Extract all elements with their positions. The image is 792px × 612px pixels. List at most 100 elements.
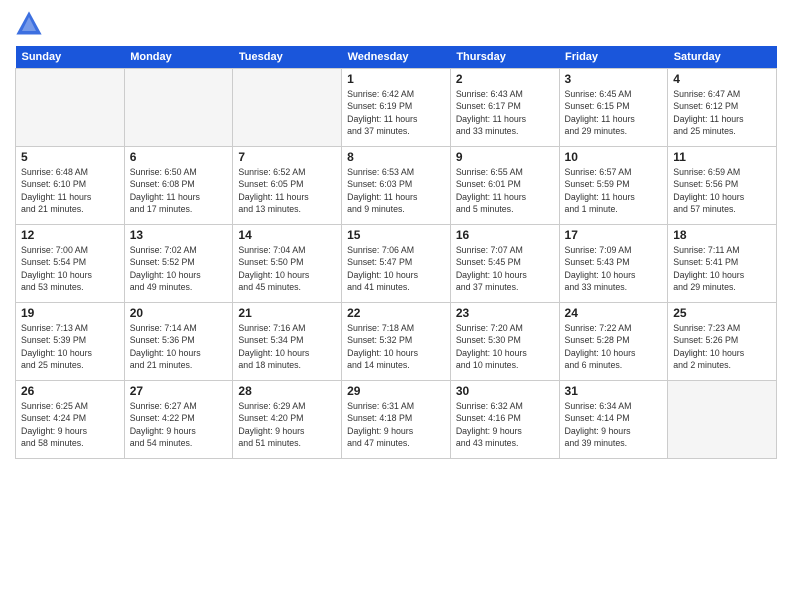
day-number: 27 [130,384,228,398]
day-number: 11 [673,150,771,164]
day-number: 29 [347,384,445,398]
day-number: 5 [21,150,119,164]
day-number: 30 [456,384,554,398]
calendar-cell: 20 Sunrise: 7:14 AM Sunset: 5:36 PM Dayli… [124,303,233,381]
day-info: Sunrise: 6:32 AM Sunset: 4:16 PM Dayligh… [456,400,554,449]
calendar-cell: 4 Sunrise: 6:47 AM Sunset: 6:12 PM Daylig… [668,69,777,147]
header [15,10,777,38]
calendar-cell: 7 Sunrise: 6:52 AM Sunset: 6:05 PM Daylig… [233,147,342,225]
day-number: 2 [456,72,554,86]
calendar-cell: 13 Sunrise: 7:02 AM Sunset: 5:52 PM Dayli… [124,225,233,303]
day-number: 13 [130,228,228,242]
logo-icon [15,10,43,38]
day-number: 14 [238,228,336,242]
day-number: 31 [565,384,663,398]
day-number: 17 [565,228,663,242]
calendar-cell: 10Sunrise: 6:57 AM Sunset: 5:59 PM Dayli… [559,147,668,225]
weekday-header-sunday: Sunday [16,46,125,69]
day-number: 12 [21,228,119,242]
day-info: Sunrise: 7:09 AM Sunset: 5:43 PM Dayligh… [565,244,663,293]
weekday-header-row: SundayMondayTuesdayWednesdayThursdayFrid… [16,46,777,69]
calendar-cell: 8 Sunrise: 6:53 AM Sunset: 6:03 PM Daylig… [342,147,451,225]
calendar-cell: 19Sunrise: 7:13 AM Sunset: 5:39 PM Dayli… [16,303,125,381]
day-info: Sunrise: 6:27 AM Sunset: 4:22 PM Dayligh… [130,400,228,449]
day-info: Sunrise: 6:43 AM Sunset: 6:17 PM Dayligh… [456,88,554,137]
calendar-cell [668,381,777,459]
day-number: 20 [130,306,228,320]
calendar-week-5: 26Sunrise: 6:25 AM Sunset: 4:24 PM Dayli… [16,381,777,459]
day-info: Sunrise: 6:52 AM Sunset: 6:05 PM Dayligh… [238,166,336,215]
calendar-cell: 5 Sunrise: 6:48 AM Sunset: 6:10 PM Daylig… [16,147,125,225]
day-number: 1 [347,72,445,86]
day-info: Sunrise: 7:04 AM Sunset: 5:50 PM Dayligh… [238,244,336,293]
calendar-cell: 31 Sunrise: 6:34 AM Sunset: 4:14 PM Dayli… [559,381,668,459]
day-number: 15 [347,228,445,242]
calendar-cell: 15 Sunrise: 7:06 AM Sunset: 5:47 PM Dayli… [342,225,451,303]
day-info: Sunrise: 7:23 AM Sunset: 5:26 PM Dayligh… [673,322,771,371]
weekday-header-tuesday: Tuesday [233,46,342,69]
day-info: Sunrise: 6:47 AM Sunset: 6:12 PM Dayligh… [673,88,771,137]
day-number: 24 [565,306,663,320]
day-info: Sunrise: 7:06 AM Sunset: 5:47 PM Dayligh… [347,244,445,293]
day-info: Sunrise: 6:50 AM Sunset: 6:08 PM Dayligh… [130,166,228,215]
calendar-cell: 6 Sunrise: 6:50 AM Sunset: 6:08 PM Daylig… [124,147,233,225]
calendar-cell: 17 Sunrise: 7:09 AM Sunset: 5:43 PM Dayli… [559,225,668,303]
day-number: 21 [238,306,336,320]
day-info: Sunrise: 6:55 AM Sunset: 6:01 PM Dayligh… [456,166,554,215]
day-number: 18 [673,228,771,242]
day-info: Sunrise: 6:45 AM Sunset: 6:15 PM Dayligh… [565,88,663,137]
day-number: 25 [673,306,771,320]
calendar-cell: 27 Sunrise: 6:27 AM Sunset: 4:22 PM Dayli… [124,381,233,459]
day-info: Sunrise: 6:53 AM Sunset: 6:03 PM Dayligh… [347,166,445,215]
day-number: 3 [565,72,663,86]
calendar-cell: 23 Sunrise: 7:20 AM Sunset: 5:30 PM Dayli… [450,303,559,381]
day-number: 6 [130,150,228,164]
calendar-cell: 3 Sunrise: 6:45 AM Sunset: 6:15 PM Daylig… [559,69,668,147]
day-info: Sunrise: 6:57 AM Sunset: 5:59 PM Dayligh… [565,166,663,215]
logo [15,10,47,38]
day-info: Sunrise: 6:31 AM Sunset: 4:18 PM Dayligh… [347,400,445,449]
weekday-header-friday: Friday [559,46,668,69]
day-number: 28 [238,384,336,398]
calendar-week-1: 1Sunrise: 6:42 AM Sunset: 6:19 PM Daylig… [16,69,777,147]
calendar-cell: 18 Sunrise: 7:11 AM Sunset: 5:41 PM Dayli… [668,225,777,303]
calendar-week-2: 5 Sunrise: 6:48 AM Sunset: 6:10 PM Daylig… [16,147,777,225]
day-info: Sunrise: 6:25 AM Sunset: 4:24 PM Dayligh… [21,400,119,449]
calendar-cell: 9 Sunrise: 6:55 AM Sunset: 6:01 PM Daylig… [450,147,559,225]
calendar-cell: 22 Sunrise: 7:18 AM Sunset: 5:32 PM Dayli… [342,303,451,381]
day-info: Sunrise: 7:02 AM Sunset: 5:52 PM Dayligh… [130,244,228,293]
day-number: 7 [238,150,336,164]
day-info: Sunrise: 7:11 AM Sunset: 5:41 PM Dayligh… [673,244,771,293]
day-info: Sunrise: 7:16 AM Sunset: 5:34 PM Dayligh… [238,322,336,371]
day-number: 8 [347,150,445,164]
page: SundayMondayTuesdayWednesdayThursdayFrid… [0,0,792,612]
calendar-week-3: 12Sunrise: 7:00 AM Sunset: 5:54 PM Dayli… [16,225,777,303]
calendar-cell: 29 Sunrise: 6:31 AM Sunset: 4:18 PM Dayli… [342,381,451,459]
calendar-cell [233,69,342,147]
calendar-cell: 30 Sunrise: 6:32 AM Sunset: 4:16 PM Dayli… [450,381,559,459]
calendar-cell: 14 Sunrise: 7:04 AM Sunset: 5:50 PM Dayli… [233,225,342,303]
weekday-header-thursday: Thursday [450,46,559,69]
weekday-header-monday: Monday [124,46,233,69]
day-info: Sunrise: 7:18 AM Sunset: 5:32 PM Dayligh… [347,322,445,371]
day-info: Sunrise: 6:59 AM Sunset: 5:56 PM Dayligh… [673,166,771,215]
calendar-cell: 11 Sunrise: 6:59 AM Sunset: 5:56 PM Dayli… [668,147,777,225]
day-number: 4 [673,72,771,86]
day-info: Sunrise: 7:20 AM Sunset: 5:30 PM Dayligh… [456,322,554,371]
day-number: 22 [347,306,445,320]
day-info: Sunrise: 7:14 AM Sunset: 5:36 PM Dayligh… [130,322,228,371]
day-number: 9 [456,150,554,164]
calendar-cell: 1Sunrise: 6:42 AM Sunset: 6:19 PM Daylig… [342,69,451,147]
day-info: Sunrise: 6:48 AM Sunset: 6:10 PM Dayligh… [21,166,119,215]
calendar-cell: 2 Sunrise: 6:43 AM Sunset: 6:17 PM Daylig… [450,69,559,147]
calendar-table: SundayMondayTuesdayWednesdayThursdayFrid… [15,46,777,459]
weekday-header-saturday: Saturday [668,46,777,69]
day-info: Sunrise: 7:07 AM Sunset: 5:45 PM Dayligh… [456,244,554,293]
calendar-cell: 16 Sunrise: 7:07 AM Sunset: 5:45 PM Dayli… [450,225,559,303]
day-info: Sunrise: 6:34 AM Sunset: 4:14 PM Dayligh… [565,400,663,449]
calendar-cell: 12Sunrise: 7:00 AM Sunset: 5:54 PM Dayli… [16,225,125,303]
day-info: Sunrise: 7:22 AM Sunset: 5:28 PM Dayligh… [565,322,663,371]
day-number: 19 [21,306,119,320]
day-number: 23 [456,306,554,320]
day-number: 16 [456,228,554,242]
